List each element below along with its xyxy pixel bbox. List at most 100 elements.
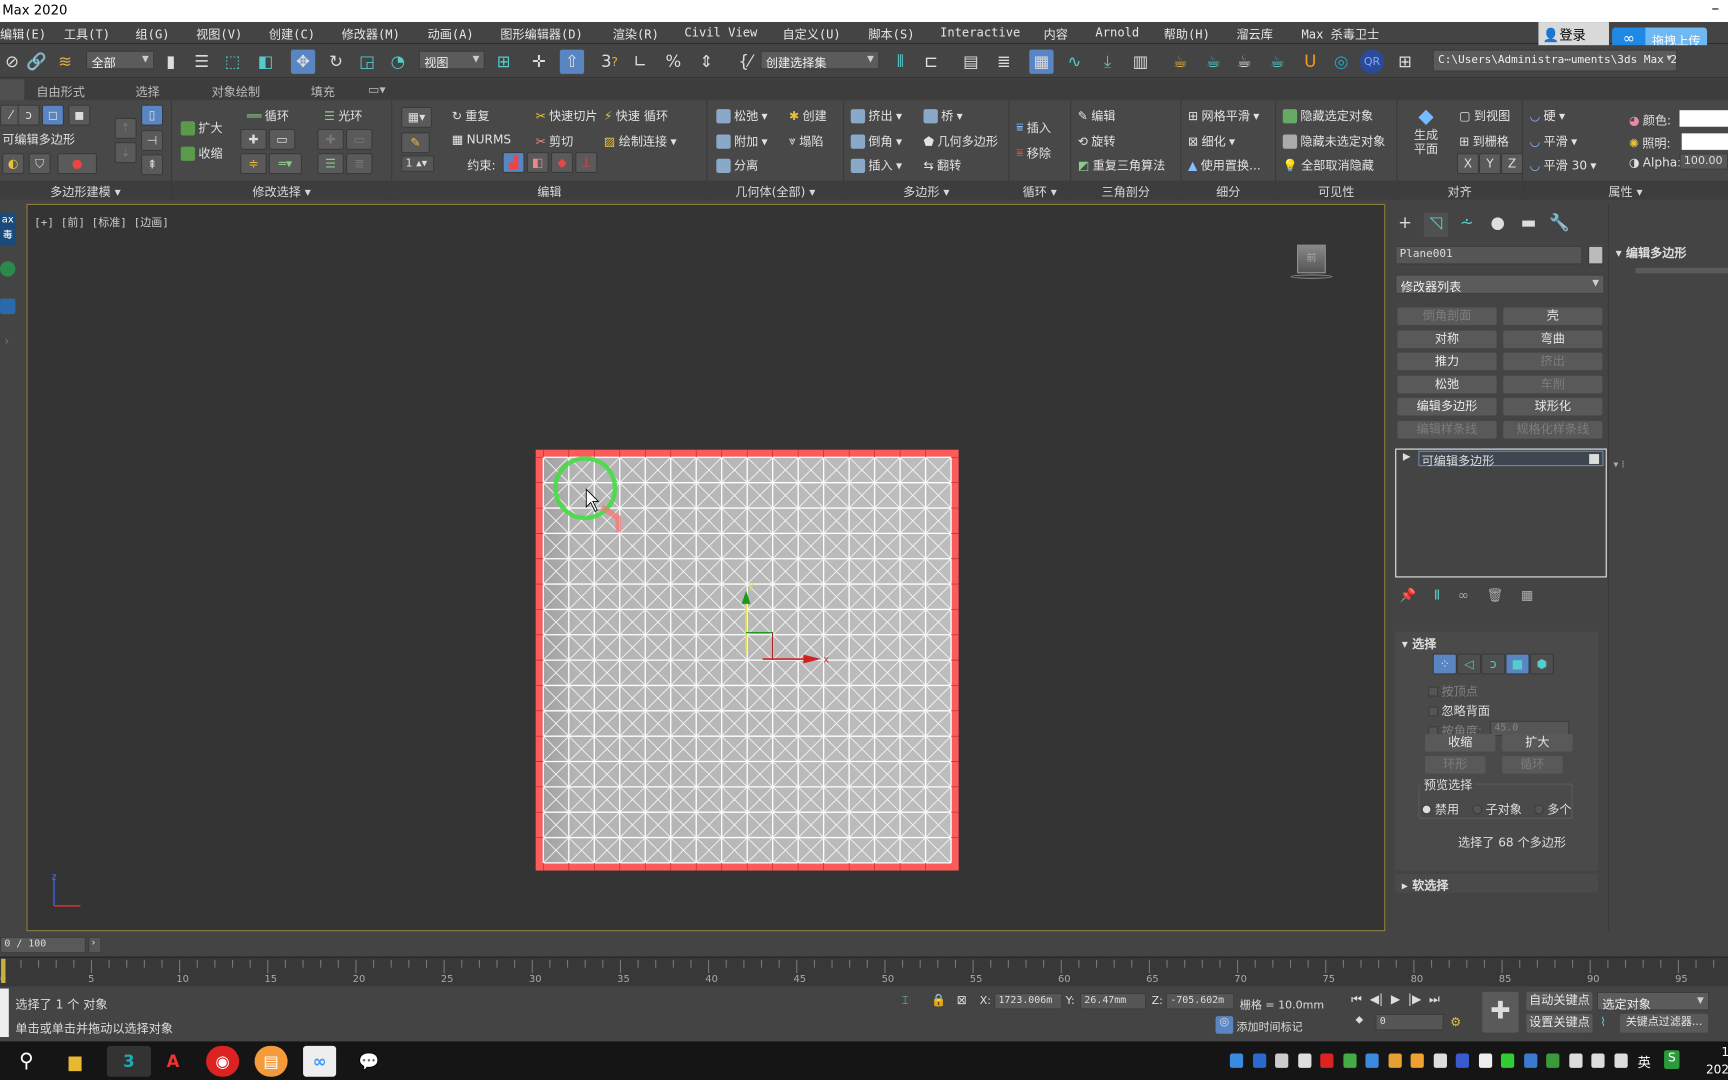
retriangulate-button[interactable]: ◩ 重复三角算法: [1078, 156, 1166, 174]
preview-subobject-radio[interactable]: 子对象: [1472, 800, 1522, 818]
render-setup-icon[interactable]: ☕: [1168, 50, 1192, 74]
object-name-field[interactable]: Plane001: [1395, 245, 1583, 265]
next-modifier-icon[interactable]: ⇣: [114, 142, 137, 164]
nurms-button[interactable]: ▦ NURMS: [452, 132, 511, 146]
next-frame-icon[interactable]: |▶: [1408, 992, 1421, 1007]
render-icon[interactable]: ☕: [1232, 50, 1256, 74]
tab-freeform[interactable]: 自由形式: [36, 83, 84, 101]
mirror-icon[interactable]: ⫴: [888, 50, 912, 74]
angle-snap-icon[interactable]: ∟: [628, 50, 652, 74]
set-key-big-button[interactable]: ✚: [1482, 991, 1519, 1033]
show-result-icon[interactable]: ●: [57, 153, 97, 175]
z-coord-field[interactable]: -705.602m: [1165, 992, 1235, 1010]
reference-coord-dropdown[interactable]: 视图 ▼: [418, 50, 485, 70]
preserve-uvs-icon[interactable]: ◐: [2, 153, 25, 175]
menu-item[interactable]: Max 杀毒卫士: [1302, 25, 1380, 43]
modifier-list-dropdown[interactable]: 修改器列表 ▼: [1395, 274, 1605, 295]
modifier-button[interactable]: 推力: [1397, 352, 1497, 371]
modifier-button[interactable]: 车削: [1503, 375, 1603, 394]
constraint-normal-icon[interactable]: ⊥: [575, 152, 598, 174]
unhide-all-button[interactable]: 💡 全部取消隐藏: [1283, 156, 1374, 174]
menu-item[interactable]: 修改器(M): [342, 25, 400, 43]
align-z-button[interactable]: Z: [1500, 153, 1524, 175]
group-label[interactable]: 三角剖分: [1071, 180, 1181, 200]
shrink-button[interactable]: 收缩: [1424, 733, 1496, 752]
smooth-button[interactable]: ◡ 平滑 ▾: [1530, 132, 1578, 150]
tray-icon[interactable]: [1591, 1053, 1605, 1068]
grid-layout-icon[interactable]: ⊞: [1393, 50, 1417, 74]
play-icon[interactable]: ▶: [1391, 992, 1400, 1007]
qr-icon[interactable]: QR: [1359, 49, 1385, 74]
group-label[interactable]: 多边形 ▾: [844, 180, 1009, 200]
illum-swatch[interactable]: [1681, 133, 1728, 150]
ring-mode-icon[interactable]: ☰: [317, 153, 344, 175]
menu-item[interactable]: 工具(T): [64, 25, 110, 43]
schematic-view-icon[interactable]: ⤓: [1095, 50, 1119, 74]
menu-item[interactable]: 帮助(H): [1164, 25, 1210, 43]
collapse-button[interactable]: ⩔ 塌陷: [789, 132, 823, 150]
object-color-swatch[interactable]: [1588, 245, 1604, 265]
spinner-snap-icon[interactable]: ⇕: [694, 50, 718, 74]
input-method-icon[interactable]: S: [1664, 1050, 1680, 1069]
autocad-icon[interactable]: A: [156, 1046, 189, 1077]
loop-button[interactable]: 循环: [1502, 755, 1563, 774]
show-end-result-icon[interactable]: Ⅱ: [1434, 587, 1441, 602]
go-to-end-icon[interactable]: ⏭: [1429, 992, 1440, 1007]
select-by-name-icon[interactable]: ☰: [190, 50, 214, 74]
constraint-edge-icon[interactable]: ◧: [526, 152, 549, 174]
curve-editor-icon[interactable]: ∿: [1062, 50, 1086, 74]
to-view-button[interactable]: ▢ 到视图: [1459, 107, 1510, 125]
wechat-icon[interactable]: 💬: [353, 1046, 386, 1077]
window-crossing-icon[interactable]: ◧: [253, 50, 277, 74]
pin-stack-icon[interactable]: ⊣: [141, 130, 164, 151]
place-icon[interactable]: ◔: [386, 50, 410, 74]
menu-item[interactable]: 图形编辑器(D): [500, 25, 583, 43]
input-language[interactable]: 英: [1638, 1052, 1651, 1071]
tray-icon[interactable]: [1568, 1053, 1582, 1068]
loop-button[interactable]: ══ 循环: [247, 107, 289, 125]
paint-tweak-icon[interactable]: ✎: [401, 132, 430, 154]
antivirus-icon[interactable]: ax 毒: [0, 212, 16, 246]
tray-icon[interactable]: [1613, 1053, 1628, 1068]
constraint-none-icon[interactable]: ▟: [502, 152, 525, 174]
utilities-tab-icon[interactable]: 🔧: [1547, 213, 1571, 237]
modifier-button[interactable]: 编辑多边形: [1397, 398, 1497, 416]
keyboard-shortcut-toggle-icon[interactable]: ⇧: [559, 49, 585, 74]
modifier-button[interactable]: 球形化: [1503, 398, 1603, 416]
shrink-button[interactable]: 收缩: [180, 144, 223, 162]
expand-icon[interactable]: ›: [4, 334, 9, 348]
menu-item[interactable]: 视图(V): [196, 25, 242, 43]
create-tab-icon[interactable]: +: [1393, 213, 1417, 237]
plane-object[interactable]: xy: [535, 449, 959, 871]
current-frame-field[interactable]: 0: [1375, 1013, 1444, 1031]
grow-button[interactable]: 扩大: [1502, 733, 1573, 752]
menu-item[interactable]: 溜云库: [1236, 25, 1272, 43]
modifier-button[interactable]: 编辑样条线: [1397, 420, 1497, 439]
group-label[interactable]: 细分: [1181, 180, 1276, 200]
relax-button[interactable]: 松弛 ▾: [716, 107, 768, 125]
border-mode-icon[interactable]: ↄ: [17, 104, 40, 126]
group-label[interactable]: 几何体(全部) ▾: [707, 180, 844, 200]
element-mode-icon[interactable]: ◼: [68, 104, 91, 126]
tray-icon[interactable]: [1455, 1053, 1470, 1068]
unlink-icon[interactable]: 🔗: [24, 50, 48, 74]
group-label[interactable]: 循环 ▾: [1009, 180, 1071, 200]
remove-loop-button[interactable]: ⩸ 移除: [1016, 144, 1051, 162]
pin-stack-icon[interactable]: 📌: [1400, 587, 1416, 602]
tray-icon[interactable]: [1546, 1053, 1560, 1068]
tray-icon[interactable]: [1320, 1053, 1334, 1068]
soft-selection-rollout[interactable]: ▸ 软选择: [1395, 873, 1598, 893]
create-button[interactable]: ✱ 创建: [789, 107, 827, 125]
previous-modifier-icon[interactable]: ⇡: [114, 117, 137, 139]
modifier-stack-icon[interactable]: ⛉: [28, 153, 51, 175]
smooth30-button[interactable]: ◡ 平滑 30 ▾: [1530, 156, 1597, 174]
paint-connect-button[interactable]: ▨ 绘制连接 ▾: [604, 132, 677, 150]
ribbon-options-icon[interactable]: ▭▾: [368, 83, 386, 97]
tray-icon[interactable]: [1478, 1053, 1492, 1068]
loop-shrink-icon[interactable]: ▭: [268, 128, 296, 150]
ring-button[interactable]: ☰ 光环: [324, 107, 362, 125]
edit-poly-rollout-header[interactable]: ▾ 编辑多边形: [1616, 244, 1687, 262]
expand-arrow-icon[interactable]: ▶: [1403, 452, 1411, 463]
edit-named-sets-icon[interactable]: {⁄: [733, 50, 757, 74]
viewport-label[interactable]: [+] [前] [标准] [边画]: [34, 213, 169, 229]
